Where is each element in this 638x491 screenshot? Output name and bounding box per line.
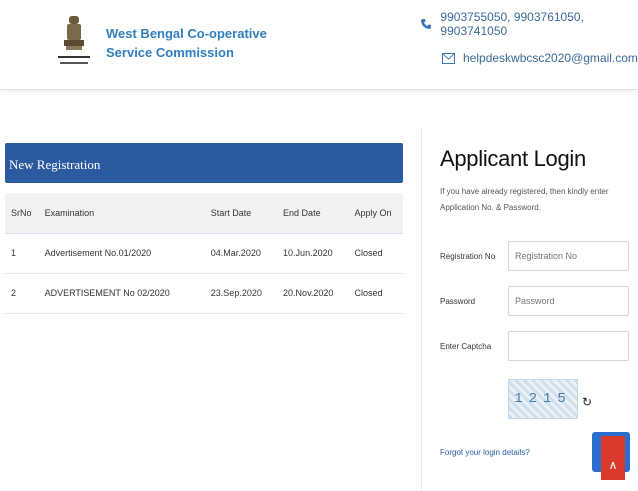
contact-info: 9903755050, 9903761050, 9903741050 helpd… xyxy=(420,10,638,68)
password-field-row: Password xyxy=(440,286,630,316)
phone-icon xyxy=(420,17,432,31)
cell-examination: ADVERTISEMENT No 02/2020 xyxy=(38,273,205,314)
cell-examination: Advertisement No.01/2020 xyxy=(38,233,205,274)
cell-start-date: 04.Mar.2020 xyxy=(204,233,278,274)
cell-end-date: 10.Jun.2020 xyxy=(277,233,349,274)
login-hint: If you have already registered, then kin… xyxy=(440,187,609,212)
col-apply-on: Apply On xyxy=(348,193,403,234)
captcha-field-row: Enter Captcha xyxy=(440,331,630,361)
password-label: Password xyxy=(440,296,476,306)
site-header: West Bengal Co-operative Service Commiss… xyxy=(0,0,638,90)
cell-end-date: 20.Nov.2020 xyxy=(277,273,349,314)
registration-table: SrNo Examination Start Date End Date App… xyxy=(5,193,403,314)
table-header-row: SrNo Examination Start Date End Date App… xyxy=(5,193,403,234)
cell-srno: 1 xyxy=(5,233,39,274)
org-name[interactable]: West Bengal Co-operative Service Commiss… xyxy=(106,24,276,62)
captcha-input[interactable] xyxy=(508,331,629,361)
phone-row: 9903755050, 9903761050, 9903741050 xyxy=(420,10,630,38)
phone-numbers: 9903755050, 9903761050, 9903741050 xyxy=(440,10,584,38)
captcha-image: 1215 xyxy=(508,379,578,419)
col-start-date: Start Date xyxy=(204,193,278,234)
cell-apply-on: Closed xyxy=(348,233,403,274)
cell-start-date: 23.Sep.2020 xyxy=(204,273,278,314)
applicant-login-panel: Applicant Login If you have already regi… xyxy=(440,146,630,472)
login-title: Applicant Login xyxy=(440,146,586,171)
table-row: 1 Advertisement No.01/2020 04.Mar.2020 1… xyxy=(5,233,403,274)
refresh-icon[interactable]: ↻ xyxy=(582,396,594,408)
new-registration-panel: New Registration SrNo Examination Start … xyxy=(5,143,403,314)
email-address[interactable]: helpdeskwbcsc2020@gmail.com xyxy=(463,51,638,65)
email-row: helpdeskwbcsc2020@gmail.com xyxy=(442,48,638,68)
table-row: 2 ADVERTISEMENT No 02/2020 23.Sep.2020 2… xyxy=(5,273,403,314)
cell-apply-on: Closed xyxy=(348,273,403,314)
forgot-login-link[interactable]: Forgot your login details? xyxy=(440,448,530,457)
col-end-date: End Date xyxy=(277,193,349,234)
chevron-up-icon: ∧ xyxy=(608,458,618,472)
scroll-top-button[interactable]: ∧ xyxy=(601,436,625,480)
captcha-label: Enter Captcha xyxy=(440,341,492,351)
cell-srno: 2 xyxy=(5,273,39,314)
registration-input[interactable] xyxy=(508,241,629,271)
state-emblem-icon xyxy=(58,16,90,64)
column-divider xyxy=(421,128,422,491)
registration-field-row: Registration No xyxy=(440,241,630,271)
col-examination: Examination xyxy=(38,193,205,234)
col-srno: SrNo xyxy=(5,193,39,234)
panel-title: New Registration xyxy=(5,143,403,183)
registration-label: Registration No xyxy=(440,251,496,261)
password-input[interactable] xyxy=(508,286,629,316)
envelope-icon xyxy=(442,51,455,65)
